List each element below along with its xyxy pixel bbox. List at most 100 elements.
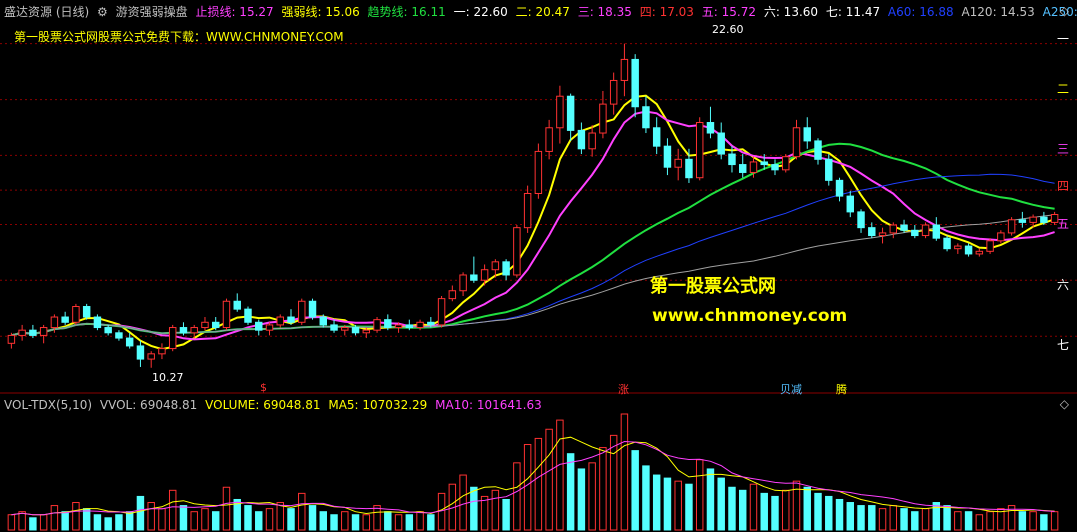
candle-body [620,58,629,81]
candle-body [115,332,123,339]
volume-bar [706,468,715,531]
candle-body [168,327,177,350]
volume-bar [954,511,962,531]
kline-chart[interactable] [0,0,1077,532]
volume-bar [760,492,768,531]
volume-bar [782,489,790,531]
candle-body [93,316,102,329]
candle-body [394,324,403,329]
candle-body [298,300,306,323]
candle-body [556,95,564,129]
volume-bar [341,511,349,531]
volume-bar [911,511,919,531]
volume-bar [190,511,198,531]
candle-body [782,156,790,171]
volume-bar [1029,511,1037,531]
volume-bar [18,511,26,531]
candle-body [911,229,919,237]
volume-ma-lines [11,436,1055,516]
stock-title[interactable]: 盛达资源 (日线) [4,5,89,19]
volume-bar [405,514,414,531]
signal-zhang: 涨 [618,383,629,396]
candle-body [459,274,467,292]
volume-bar [480,495,489,531]
candle-body [211,321,220,329]
volume-bar [287,508,295,531]
candle-body [577,129,586,150]
candle-body [341,327,349,331]
volume-bar [620,413,629,531]
volume-bar [470,486,478,531]
volume-bar [523,444,532,531]
candle-body [728,153,736,166]
vol-ma5-line [11,436,1055,516]
candle-body [244,308,252,323]
candle-body [997,232,1005,242]
volume-bar [211,511,220,531]
candle-body [771,164,779,171]
high-price-label: 22.60 [712,23,744,36]
volume-bar [330,514,338,531]
volume-bar [749,483,758,531]
candle-body [932,224,941,239]
candle-body [7,334,16,344]
signal-jian: 贝减 [780,383,802,396]
candle-body [136,345,145,360]
volume-bar [609,434,618,531]
candle-body [803,127,811,142]
candle-body [695,122,704,179]
level-3-value: 三: 18.35 [577,5,632,19]
candle-body [868,227,876,237]
candle-body [255,321,263,331]
candle-body [265,324,274,331]
settings-gear-icon[interactable]: ⚙ [97,5,108,19]
diamond-icon-volume[interactable]: ◇ [1060,397,1069,411]
volume-bar [298,492,306,531]
candle-body [943,237,951,250]
volume-bar [491,489,500,531]
candle-body [825,158,833,181]
volume-bar [427,514,435,531]
candle-body [954,245,962,250]
strength-value: 强弱线: 15.06 [281,5,360,19]
volume-bar [738,489,747,531]
candle-body [287,316,295,323]
volume-bar [39,514,48,531]
candle-body [201,321,209,329]
candle-body [986,240,994,252]
candle-body [652,127,661,147]
candle-body [792,127,801,158]
candle-body [609,79,618,105]
candle-body [1007,219,1016,234]
volume-bars [7,413,1059,531]
candle-body [179,327,188,334]
candlesticks [7,43,1059,368]
diamond-icon[interactable]: ◇ [1060,4,1069,18]
volume-bar [652,474,661,531]
volume-bar [276,502,284,531]
candle-body [308,300,317,318]
volume-bar [792,480,801,531]
volume-bar [857,505,865,531]
a120-value: A120: 14.53 [961,5,1035,19]
volume-bar [556,419,564,531]
candle-body [760,161,768,166]
candle-body [523,192,532,229]
formula-name[interactable]: 游资强弱操盘 [116,5,188,19]
volume-bar [588,462,596,531]
volume-bar [577,468,586,531]
level-label-2: 二 [1056,82,1069,96]
candle-body [72,306,80,323]
volume-bar [115,514,123,531]
watermark-url: www.chnmoney.com [652,306,848,326]
candle-body [878,232,887,237]
candle-body [706,122,715,134]
candle-body [738,164,747,173]
candle-body [61,316,69,323]
moving-average-lines [11,94,1055,351]
volume-bar [545,428,553,531]
volume-indicator-name[interactable]: VOL-TDX(5,10) [4,398,92,412]
volume-bar [932,502,941,531]
candle-body [534,150,543,194]
candle-body [437,298,446,326]
